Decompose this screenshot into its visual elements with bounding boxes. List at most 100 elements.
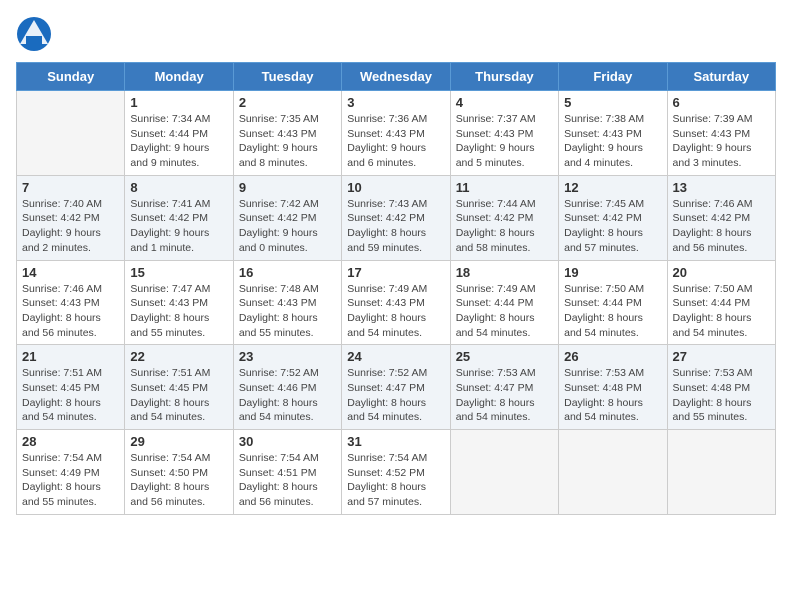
day-info: Sunrise: 7:46 AMSunset: 4:42 PMDaylight:… xyxy=(673,197,770,256)
day-info: Sunrise: 7:43 AMSunset: 4:42 PMDaylight:… xyxy=(347,197,444,256)
calendar-cell: 7 Sunrise: 7:40 AMSunset: 4:42 PMDaylight… xyxy=(17,175,125,260)
calendar-cell: 14Sunrise: 7:46 AMSunset: 4:43 PMDayligh… xyxy=(17,260,125,345)
day-number: 17 xyxy=(347,265,444,280)
day-number: 14 xyxy=(22,265,119,280)
day-number: 5 xyxy=(564,95,661,110)
calendar-cell: 22 Sunrise: 7:51 AMSunset: 4:45 PMDayligh… xyxy=(125,345,233,430)
day-number: 7 xyxy=(22,180,119,195)
calendar-cell: 27 Sunrise: 7:53 AMSunset: 4:48 PMDayligh… xyxy=(667,345,775,430)
calendar-cell: 29Sunrise: 7:54 AMSunset: 4:50 PMDayligh… xyxy=(125,430,233,515)
day-number: 27 xyxy=(673,349,770,364)
day-info: Sunrise: 7:51 AMSunset: 4:45 PMDaylight:… xyxy=(130,366,227,425)
day-number: 18 xyxy=(456,265,553,280)
calendar-cell: 21 Sunrise: 7:51 AMSunset: 4:45 PMDayligh… xyxy=(17,345,125,430)
day-number: 9 xyxy=(239,180,336,195)
day-info: Sunrise: 7:53 AMSunset: 4:48 PMDaylight:… xyxy=(564,366,661,425)
day-number: 12 xyxy=(564,180,661,195)
day-info: Sunrise: 7:47 AMSunset: 4:43 PMDaylight:… xyxy=(130,282,227,341)
weekday-header-friday: Friday xyxy=(559,63,667,91)
calendar-week-row: 1 Sunrise: 7:34 AMSunset: 4:44 PMDaylight… xyxy=(17,91,776,176)
calendar-cell: 25 Sunrise: 7:53 AMSunset: 4:47 PMDayligh… xyxy=(450,345,558,430)
calendar-week-row: 14Sunrise: 7:46 AMSunset: 4:43 PMDayligh… xyxy=(17,260,776,345)
day-number: 20 xyxy=(673,265,770,280)
day-number: 25 xyxy=(456,349,553,364)
calendar-cell: 18Sunrise: 7:49 AMSunset: 4:44 PMDayligh… xyxy=(450,260,558,345)
calendar-week-row: 21 Sunrise: 7:51 AMSunset: 4:45 PMDayligh… xyxy=(17,345,776,430)
day-number: 13 xyxy=(673,180,770,195)
day-number: 3 xyxy=(347,95,444,110)
calendar-cell: 5 Sunrise: 7:38 AMSunset: 4:43 PMDaylight… xyxy=(559,91,667,176)
day-info: Sunrise: 7:34 AMSunset: 4:44 PMDaylight:… xyxy=(130,112,227,171)
weekday-header-row: SundayMondayTuesdayWednesdayThursdayFrid… xyxy=(17,63,776,91)
day-info: Sunrise: 7:44 AMSunset: 4:42 PMDaylight:… xyxy=(456,197,553,256)
day-info: Sunrise: 7:49 AMSunset: 4:43 PMDaylight:… xyxy=(347,282,444,341)
day-info: Sunrise: 7:40 AMSunset: 4:42 PMDaylight:… xyxy=(22,197,119,256)
weekday-header-sunday: Sunday xyxy=(17,63,125,91)
day-number: 8 xyxy=(130,180,227,195)
day-number: 10 xyxy=(347,180,444,195)
day-number: 22 xyxy=(130,349,227,364)
calendar-cell: 8 Sunrise: 7:41 AMSunset: 4:42 PMDaylight… xyxy=(125,175,233,260)
day-number: 15 xyxy=(130,265,227,280)
day-number: 1 xyxy=(130,95,227,110)
calendar-cell: 12 Sunrise: 7:45 AMSunset: 4:42 PMDayligh… xyxy=(559,175,667,260)
calendar-cell: 26Sunrise: 7:53 AMSunset: 4:48 PMDayligh… xyxy=(559,345,667,430)
calendar-cell: 10 Sunrise: 7:43 AMSunset: 4:42 PMDayligh… xyxy=(342,175,450,260)
day-number: 23 xyxy=(239,349,336,364)
day-number: 11 xyxy=(456,180,553,195)
day-number: 28 xyxy=(22,434,119,449)
day-info: Sunrise: 7:42 AMSunset: 4:42 PMDaylight:… xyxy=(239,197,336,256)
calendar-cell xyxy=(559,430,667,515)
calendar-cell: 17 Sunrise: 7:49 AMSunset: 4:43 PMDayligh… xyxy=(342,260,450,345)
calendar-cell: 28 Sunrise: 7:54 AMSunset: 4:49 PMDayligh… xyxy=(17,430,125,515)
calendar-cell: 4Sunrise: 7:37 AMSunset: 4:43 PMDaylight… xyxy=(450,91,558,176)
day-info: Sunrise: 7:54 AMSunset: 4:51 PMDaylight:… xyxy=(239,451,336,510)
day-number: 2 xyxy=(239,95,336,110)
day-info: Sunrise: 7:50 AMSunset: 4:44 PMDaylight:… xyxy=(564,282,661,341)
logo xyxy=(16,16,56,52)
calendar-cell xyxy=(450,430,558,515)
day-number: 19 xyxy=(564,265,661,280)
day-info: Sunrise: 7:53 AMSunset: 4:48 PMDaylight:… xyxy=(673,366,770,425)
weekday-header-saturday: Saturday xyxy=(667,63,775,91)
weekday-header-wednesday: Wednesday xyxy=(342,63,450,91)
day-info: Sunrise: 7:53 AMSunset: 4:47 PMDaylight:… xyxy=(456,366,553,425)
calendar-cell: 9 Sunrise: 7:42 AMSunset: 4:42 PMDaylight… xyxy=(233,175,341,260)
weekday-header-thursday: Thursday xyxy=(450,63,558,91)
calendar-cell: 30 Sunrise: 7:54 AMSunset: 4:51 PMDayligh… xyxy=(233,430,341,515)
calendar-cell: 16 Sunrise: 7:48 AMSunset: 4:43 PMDayligh… xyxy=(233,260,341,345)
day-info: Sunrise: 7:50 AMSunset: 4:44 PMDaylight:… xyxy=(673,282,770,341)
calendar-cell: 19 Sunrise: 7:50 AMSunset: 4:44 PMDayligh… xyxy=(559,260,667,345)
day-number: 24 xyxy=(347,349,444,364)
day-info: Sunrise: 7:35 AMSunset: 4:43 PMDaylight:… xyxy=(239,112,336,171)
logo-icon xyxy=(16,16,52,52)
day-info: Sunrise: 7:36 AMSunset: 4:43 PMDaylight:… xyxy=(347,112,444,171)
day-number: 30 xyxy=(239,434,336,449)
day-number: 16 xyxy=(239,265,336,280)
day-number: 31 xyxy=(347,434,444,449)
calendar-cell xyxy=(17,91,125,176)
day-info: Sunrise: 7:41 AMSunset: 4:42 PMDaylight:… xyxy=(130,197,227,256)
day-number: 4 xyxy=(456,95,553,110)
day-info: Sunrise: 7:52 AMSunset: 4:47 PMDaylight:… xyxy=(347,366,444,425)
day-number: 29 xyxy=(130,434,227,449)
day-info: Sunrise: 7:51 AMSunset: 4:45 PMDaylight:… xyxy=(22,366,119,425)
day-info: Sunrise: 7:45 AMSunset: 4:42 PMDaylight:… xyxy=(564,197,661,256)
calendar-cell: 2 Sunrise: 7:35 AMSunset: 4:43 PMDaylight… xyxy=(233,91,341,176)
day-number: 21 xyxy=(22,349,119,364)
calendar-cell: 1 Sunrise: 7:34 AMSunset: 4:44 PMDaylight… xyxy=(125,91,233,176)
day-info: Sunrise: 7:39 AMSunset: 4:43 PMDaylight:… xyxy=(673,112,770,171)
calendar-cell: 24 Sunrise: 7:52 AMSunset: 4:47 PMDayligh… xyxy=(342,345,450,430)
calendar-week-row: 7 Sunrise: 7:40 AMSunset: 4:42 PMDaylight… xyxy=(17,175,776,260)
day-info: Sunrise: 7:52 AMSunset: 4:46 PMDaylight:… xyxy=(239,366,336,425)
calendar-table: SundayMondayTuesdayWednesdayThursdayFrid… xyxy=(16,62,776,515)
weekday-header-tuesday: Tuesday xyxy=(233,63,341,91)
calendar-cell: 13 Sunrise: 7:46 AMSunset: 4:42 PMDayligh… xyxy=(667,175,775,260)
calendar-cell: 11 Sunrise: 7:44 AMSunset: 4:42 PMDayligh… xyxy=(450,175,558,260)
calendar-cell: 3 Sunrise: 7:36 AMSunset: 4:43 PMDaylight… xyxy=(342,91,450,176)
header xyxy=(16,16,776,52)
day-info: Sunrise: 7:38 AMSunset: 4:43 PMDaylight:… xyxy=(564,112,661,171)
day-info: Sunrise: 7:54 AMSunset: 4:52 PMDaylight:… xyxy=(347,451,444,510)
day-info: Sunrise: 7:48 AMSunset: 4:43 PMDaylight:… xyxy=(239,282,336,341)
day-info: Sunrise: 7:54 AMSunset: 4:49 PMDaylight:… xyxy=(22,451,119,510)
